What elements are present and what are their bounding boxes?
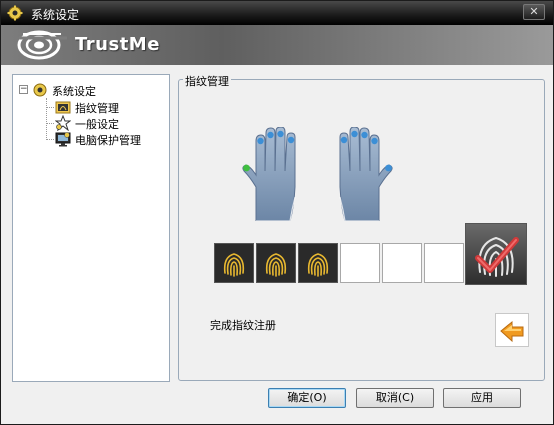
tree-connector [46, 107, 54, 108]
panel-legend: 指纹管理 [183, 73, 231, 89]
brand-name: TrustMe [75, 34, 160, 55]
settings-window: 系统设定 ✕ TrustMe − 系统设定 指纹管理 一般设定 电脑保护管理 指… [0, 0, 554, 425]
cancel-button[interactable]: 取消(C) [356, 388, 434, 408]
close-icon: ✕ [529, 5, 539, 18]
finger-dot-left-pinky[interactable] [287, 136, 295, 144]
fingerprint-icon [300, 245, 336, 281]
fingerprint-slot-1[interactable] [214, 243, 254, 283]
fingerprint-slot-3[interactable] [298, 243, 338, 283]
fingerprint-slot-4[interactable] [340, 243, 380, 283]
trustme-logo-icon [17, 30, 67, 60]
finger-dot-right-middle[interactable] [361, 131, 368, 139]
fingerprint-management-panel: 指纹管理 完成指纹注册 [178, 73, 545, 381]
collapse-toggle-icon[interactable]: − [19, 85, 28, 94]
finger-dot-right-pinky[interactable] [340, 136, 348, 144]
finger-dot-left-ring[interactable] [277, 130, 284, 138]
apply-button[interactable]: 应用 [443, 388, 521, 408]
enrollment-complete-indicator [465, 223, 527, 285]
fingerprint-check-icon [475, 236, 519, 277]
tree-connector [46, 98, 47, 138]
tree-connector [46, 139, 54, 140]
back-arrow-icon [500, 320, 524, 343]
fingerprint-folder-icon [55, 101, 71, 114]
enrollment-status: 完成指纹注册 [210, 319, 276, 332]
star-settings-icon [55, 115, 71, 131]
finger-dot-right-thumb[interactable] [385, 164, 392, 172]
ok-button[interactable]: 确定(O) [268, 388, 346, 408]
title-bar[interactable]: 系统设定 ✕ [1, 1, 553, 25]
close-button[interactable]: ✕ [523, 4, 545, 20]
finger-dot-right-index[interactable] [371, 137, 378, 145]
gear-icon [7, 5, 23, 21]
back-button[interactable] [495, 313, 529, 347]
fingerprint-icon [258, 245, 294, 281]
tree-connector [46, 123, 54, 124]
settings-tree: − 系统设定 指纹管理 一般设定 电脑保护管理 [12, 74, 170, 382]
gear-icon [33, 83, 47, 97]
finger-dot-left-thumb[interactable] [243, 164, 250, 172]
fingerprint-slot-6[interactable] [424, 243, 464, 283]
finger-dot-left-index[interactable] [257, 137, 264, 145]
tree-root-label: 系统设定 [52, 85, 96, 98]
fingerprint-slot-5[interactable] [382, 243, 422, 283]
finger-dot-right-ring[interactable] [351, 130, 358, 138]
brand-banner: TrustMe [1, 25, 553, 65]
fingerprint-slot-2[interactable] [256, 243, 296, 283]
fingerprint-icon [216, 245, 252, 281]
left-hand-icon [242, 127, 296, 221]
tree-item-label: 电脑保护管理 [75, 134, 141, 147]
monitor-protect-icon [55, 132, 71, 147]
tree-item-label: 一般设定 [75, 118, 119, 131]
right-hand-icon [339, 127, 393, 221]
tree-item-label: 指纹管理 [75, 102, 119, 115]
finger-dot-left-middle[interactable] [267, 131, 274, 139]
window-title: 系统设定 [31, 8, 80, 22]
